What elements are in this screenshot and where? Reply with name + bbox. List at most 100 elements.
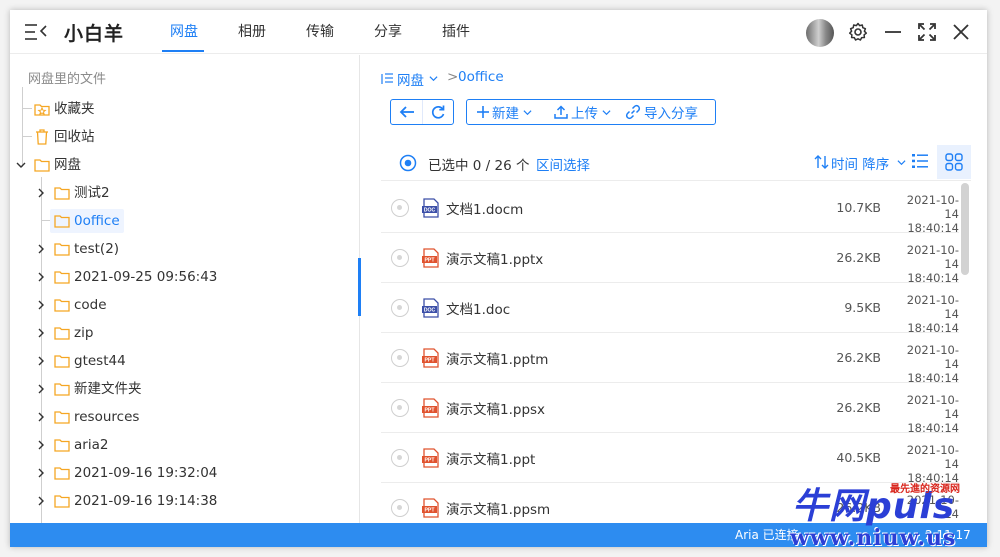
close-icon[interactable] bbox=[951, 22, 971, 42]
sort-label: 时间 降序 bbox=[831, 157, 890, 173]
folder-icon bbox=[34, 159, 50, 172]
app-window: 小白羊 网盘 相册 传输 分享 插件 网盘里的文件 收藏夹 回收站 网盘 测试2… bbox=[10, 10, 987, 547]
folder-icon bbox=[54, 187, 70, 200]
select-all-radio-icon[interactable] bbox=[399, 154, 417, 172]
file-size: 9.5KB bbox=[844, 300, 881, 315]
tree-line bbox=[22, 136, 32, 137]
chevron-right-icon[interactable] bbox=[36, 328, 46, 338]
chevron-right-icon[interactable] bbox=[36, 468, 46, 478]
tree-item-label: 2021-09-16 19:14:38 bbox=[74, 493, 218, 509]
chevron-right-icon[interactable] bbox=[36, 300, 46, 310]
row-select-radio[interactable] bbox=[391, 199, 409, 217]
tree-item-folder[interactable]: resources bbox=[34, 403, 334, 431]
file-row[interactable]: PPT 演示文稿1.pptm 26.2KB 2021-10-14 18:40:14 bbox=[381, 333, 959, 385]
refresh-button[interactable] bbox=[423, 100, 453, 124]
chevron-down-icon[interactable] bbox=[429, 74, 438, 83]
tab-album[interactable]: 相册 bbox=[218, 10, 286, 54]
folder-icon bbox=[54, 327, 70, 340]
chevron-right-icon[interactable] bbox=[36, 244, 46, 254]
file-row[interactable]: PPT 演示文稿1.ppt 40.5KB 2021-10-14 18:40:14 bbox=[381, 433, 959, 485]
tab-share[interactable]: 分享 bbox=[354, 10, 422, 54]
chevron-right-icon[interactable] bbox=[36, 412, 46, 422]
tree-item-folder[interactable]: 2021-09-16 19:32:04 bbox=[34, 459, 334, 487]
chevron-right-icon[interactable] bbox=[36, 384, 46, 394]
row-select-radio[interactable] bbox=[391, 249, 409, 267]
tree-item-label: code bbox=[74, 297, 107, 313]
tree-item-folder[interactable]: test(2) bbox=[34, 235, 334, 263]
new-button[interactable]: 新建 bbox=[467, 100, 547, 124]
upload-button[interactable]: 上传 bbox=[547, 100, 625, 124]
file-row[interactable]: DOC 文档1.docm 10.7KB 2021-10-14 18:40:14 bbox=[381, 183, 959, 235]
folder-icon bbox=[54, 411, 70, 424]
tree-item-folder[interactable]: aria2 bbox=[34, 431, 334, 459]
watermark-url: www.niuw.us bbox=[790, 525, 957, 551]
row-select-radio[interactable] bbox=[391, 399, 409, 417]
breadcrumb-root[interactable]: 网盘 bbox=[397, 69, 424, 89]
chevron-right-icon[interactable] bbox=[36, 188, 46, 198]
range-select-link[interactable]: 区间选择 bbox=[536, 154, 590, 174]
back-button[interactable] bbox=[391, 100, 423, 124]
list-view-icon[interactable] bbox=[911, 152, 929, 170]
row-select-radio[interactable] bbox=[391, 349, 409, 367]
import-share-button[interactable]: 导入分享 bbox=[625, 100, 715, 124]
tree-item-folder[interactable]: 0office bbox=[34, 207, 334, 235]
svg-text:PPT: PPT bbox=[424, 258, 435, 264]
tree-item-folder[interactable]: zip bbox=[34, 319, 334, 347]
tree-item-label: 0office bbox=[74, 213, 120, 229]
chevron-down-icon bbox=[897, 160, 906, 166]
scrollbar[interactable] bbox=[961, 183, 969, 275]
svg-text:DOC: DOC bbox=[424, 308, 436, 314]
tree-item-folder[interactable]: 测试2 bbox=[34, 179, 334, 207]
tree-item-trash[interactable]: 回收站 bbox=[34, 123, 154, 151]
chevron-down-icon[interactable] bbox=[16, 160, 26, 170]
row-select-radio[interactable] bbox=[391, 449, 409, 467]
chevron-right-icon[interactable] bbox=[36, 272, 46, 282]
svg-text:PPT: PPT bbox=[424, 458, 435, 464]
folder-icon bbox=[54, 271, 70, 284]
tab-transfer[interactable]: 传输 bbox=[286, 10, 354, 54]
tree-item-folder[interactable]: 新建文件夹 bbox=[34, 375, 334, 403]
chevron-right-icon[interactable] bbox=[36, 440, 46, 450]
file-row[interactable]: PPT 演示文稿1.ppsx 26.2KB 2021-10-14 18:40:14 bbox=[381, 383, 959, 435]
trash-icon bbox=[36, 129, 48, 145]
tree-item-folder[interactable]: 2021-09-16 19:14:38 bbox=[34, 487, 334, 515]
minimize-icon[interactable] bbox=[883, 22, 903, 42]
file-row[interactable]: PPT 演示文稿1.pptx 26.2KB 2021-10-14 18:40:14 bbox=[381, 233, 959, 285]
file-name: 演示文稿1.ppt bbox=[446, 452, 536, 468]
powerpoint-icon: PPT bbox=[422, 248, 439, 268]
row-select-radio[interactable] bbox=[391, 299, 409, 317]
collapse-sidebar-icon[interactable] bbox=[24, 22, 48, 42]
folder-icon bbox=[54, 439, 70, 452]
grid-view-icon bbox=[945, 153, 963, 171]
file-date: 2021-10-1418:40:14 bbox=[897, 343, 959, 385]
tree-item-label: 收藏夹 bbox=[54, 101, 95, 117]
settings-gear-icon[interactable] bbox=[848, 22, 868, 42]
file-size: 26.2KB bbox=[836, 350, 881, 365]
tree-item-folder[interactable]: code bbox=[34, 291, 334, 319]
file-row[interactable]: DOC 文档1.doc 9.5KB 2021-10-14 18:40:14 bbox=[381, 283, 959, 335]
action-button-group: 新建 上传 导入分享 bbox=[466, 99, 716, 125]
chevron-down-icon bbox=[523, 109, 532, 115]
folder-icon bbox=[54, 215, 70, 228]
tree-item-label: gtest44 bbox=[74, 353, 126, 369]
file-size: 26.2KB bbox=[836, 250, 881, 265]
link-icon bbox=[625, 104, 641, 120]
tree-item-drive[interactable]: 网盘 bbox=[14, 151, 154, 179]
tab-plugins[interactable]: 插件 bbox=[422, 10, 490, 54]
fullscreen-icon[interactable] bbox=[917, 22, 937, 42]
tab-drive[interactable]: 网盘 bbox=[150, 10, 218, 54]
chevron-right-icon[interactable] bbox=[36, 356, 46, 366]
file-date: 2021-10-1418:40:14 bbox=[897, 193, 959, 235]
tree-item-folder[interactable]: gtest44 bbox=[34, 347, 334, 375]
row-select-radio[interactable] bbox=[391, 499, 409, 517]
avatar[interactable] bbox=[806, 19, 834, 47]
breadcrumb-current[interactable]: 0office bbox=[458, 69, 504, 85]
tree-item-favorites[interactable]: 收藏夹 bbox=[34, 95, 154, 123]
grid-view-button[interactable] bbox=[937, 145, 971, 179]
tree-item-folder[interactable]: 2021-09-25 09:56:43 bbox=[34, 263, 334, 291]
arrow-left-icon bbox=[399, 106, 414, 118]
folder-icon bbox=[54, 383, 70, 396]
chevron-right-icon[interactable] bbox=[36, 496, 46, 506]
powerpoint-icon: PPT bbox=[422, 448, 439, 468]
sort-dropdown[interactable]: 时间 降序 bbox=[814, 153, 909, 173]
